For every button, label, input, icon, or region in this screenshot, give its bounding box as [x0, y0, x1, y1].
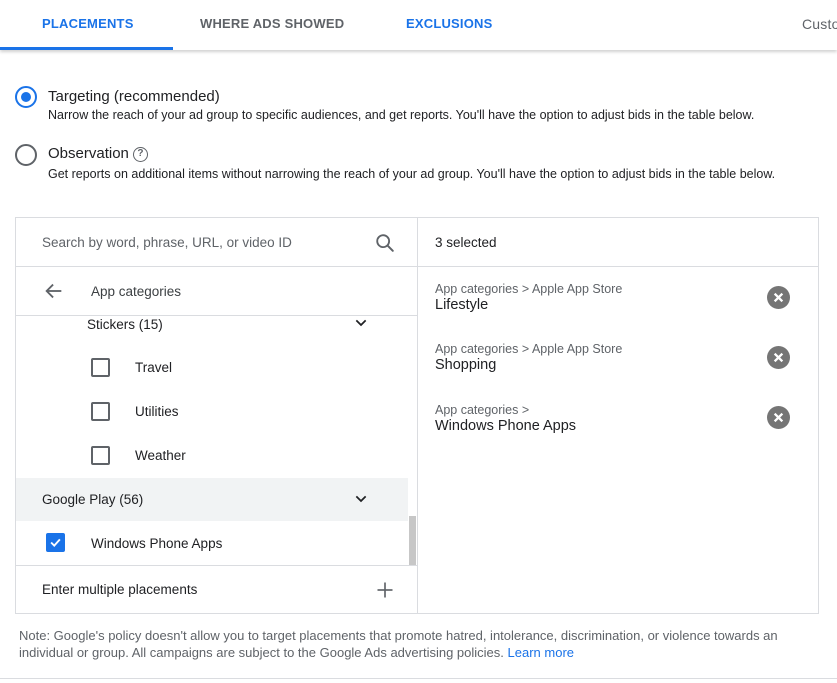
weather-label: Weather — [135, 448, 186, 463]
learn-more-link[interactable]: Learn more — [508, 645, 574, 660]
placement-picker: App categories Stickers (15) Travel Util… — [15, 217, 819, 614]
targeting-description: Narrow the reach of your ad group to spe… — [48, 108, 755, 122]
chevron-down-icon[interactable] — [353, 491, 369, 507]
utilities-checkbox[interactable] — [91, 402, 110, 421]
remove-windows-phone-button[interactable] — [767, 406, 790, 429]
close-icon — [773, 292, 784, 303]
remove-shopping-button[interactable] — [767, 346, 790, 369]
chevron-down-icon[interactable] — [353, 315, 369, 331]
plus-icon[interactable] — [375, 580, 395, 600]
breadcrumb: App categories — [91, 284, 182, 299]
help-icon[interactable]: ? — [132, 147, 148, 162]
stickers-group-label[interactable]: Stickers (15) — [87, 317, 163, 332]
utilities-label: Utilities — [135, 404, 179, 419]
close-icon — [773, 352, 784, 363]
policy-note-text: Note: Google's policy doesn't allow you … — [19, 628, 778, 660]
search-input[interactable] — [42, 235, 362, 250]
policy-note: Note: Google's policy doesn't allow you … — [19, 628, 809, 661]
tab-placements[interactable]: PLACEMENTS — [42, 16, 134, 31]
scrollbar-thumb[interactable] — [409, 516, 416, 566]
panel-divider — [417, 218, 418, 613]
travel-checkbox[interactable] — [91, 358, 110, 377]
observation-radio[interactable] — [15, 144, 37, 166]
observation-description: Get reports on additional items without … — [48, 167, 776, 181]
weather-checkbox[interactable] — [91, 446, 110, 465]
enter-multiple-divider — [16, 565, 417, 566]
tab-custom[interactable]: Custo — [802, 16, 837, 32]
active-tab-indicator — [0, 47, 173, 50]
selected-item-crumb: App categories > — [435, 403, 530, 417]
targeting-title: Targeting (recommended) — [48, 88, 220, 105]
selected-header-divider — [417, 266, 818, 267]
observation-title-row: Observation? — [48, 145, 148, 162]
remove-lifestyle-button[interactable] — [767, 286, 790, 309]
selected-item-name: Windows Phone Apps — [435, 418, 577, 434]
observation-title: Observation — [48, 145, 129, 162]
selected-item-crumb: App categories > Apple App Store — [435, 342, 623, 356]
windows-phone-checkbox[interactable] — [46, 533, 65, 552]
selected-item-name: Lifestyle — [435, 297, 489, 313]
targeting-radio[interactable] — [15, 86, 37, 108]
enter-multiple-placements[interactable]: Enter multiple placements — [42, 582, 197, 597]
bottom-divider — [0, 678, 837, 679]
tab-where-ads-showed[interactable]: WHERE ADS SHOWED — [200, 16, 344, 31]
close-icon — [773, 412, 784, 423]
search-icon[interactable] — [374, 232, 396, 254]
google-play-label: Google Play (56) — [42, 492, 144, 507]
selected-item-name: Shopping — [435, 357, 497, 373]
back-arrow-icon[interactable] — [43, 280, 65, 302]
travel-label: Travel — [135, 360, 173, 375]
tab-exclusions[interactable]: EXCLUSIONS — [406, 16, 493, 31]
selected-count: 3 selected — [435, 235, 497, 250]
selected-item-crumb: App categories > Apple App Store — [435, 282, 623, 296]
windows-phone-label: Windows Phone Apps — [91, 536, 223, 551]
tab-bar: PLACEMENTS WHERE ADS SHOWED EXCLUSIONS C… — [0, 0, 837, 50]
search-divider — [16, 266, 417, 267]
check-icon — [50, 538, 61, 547]
